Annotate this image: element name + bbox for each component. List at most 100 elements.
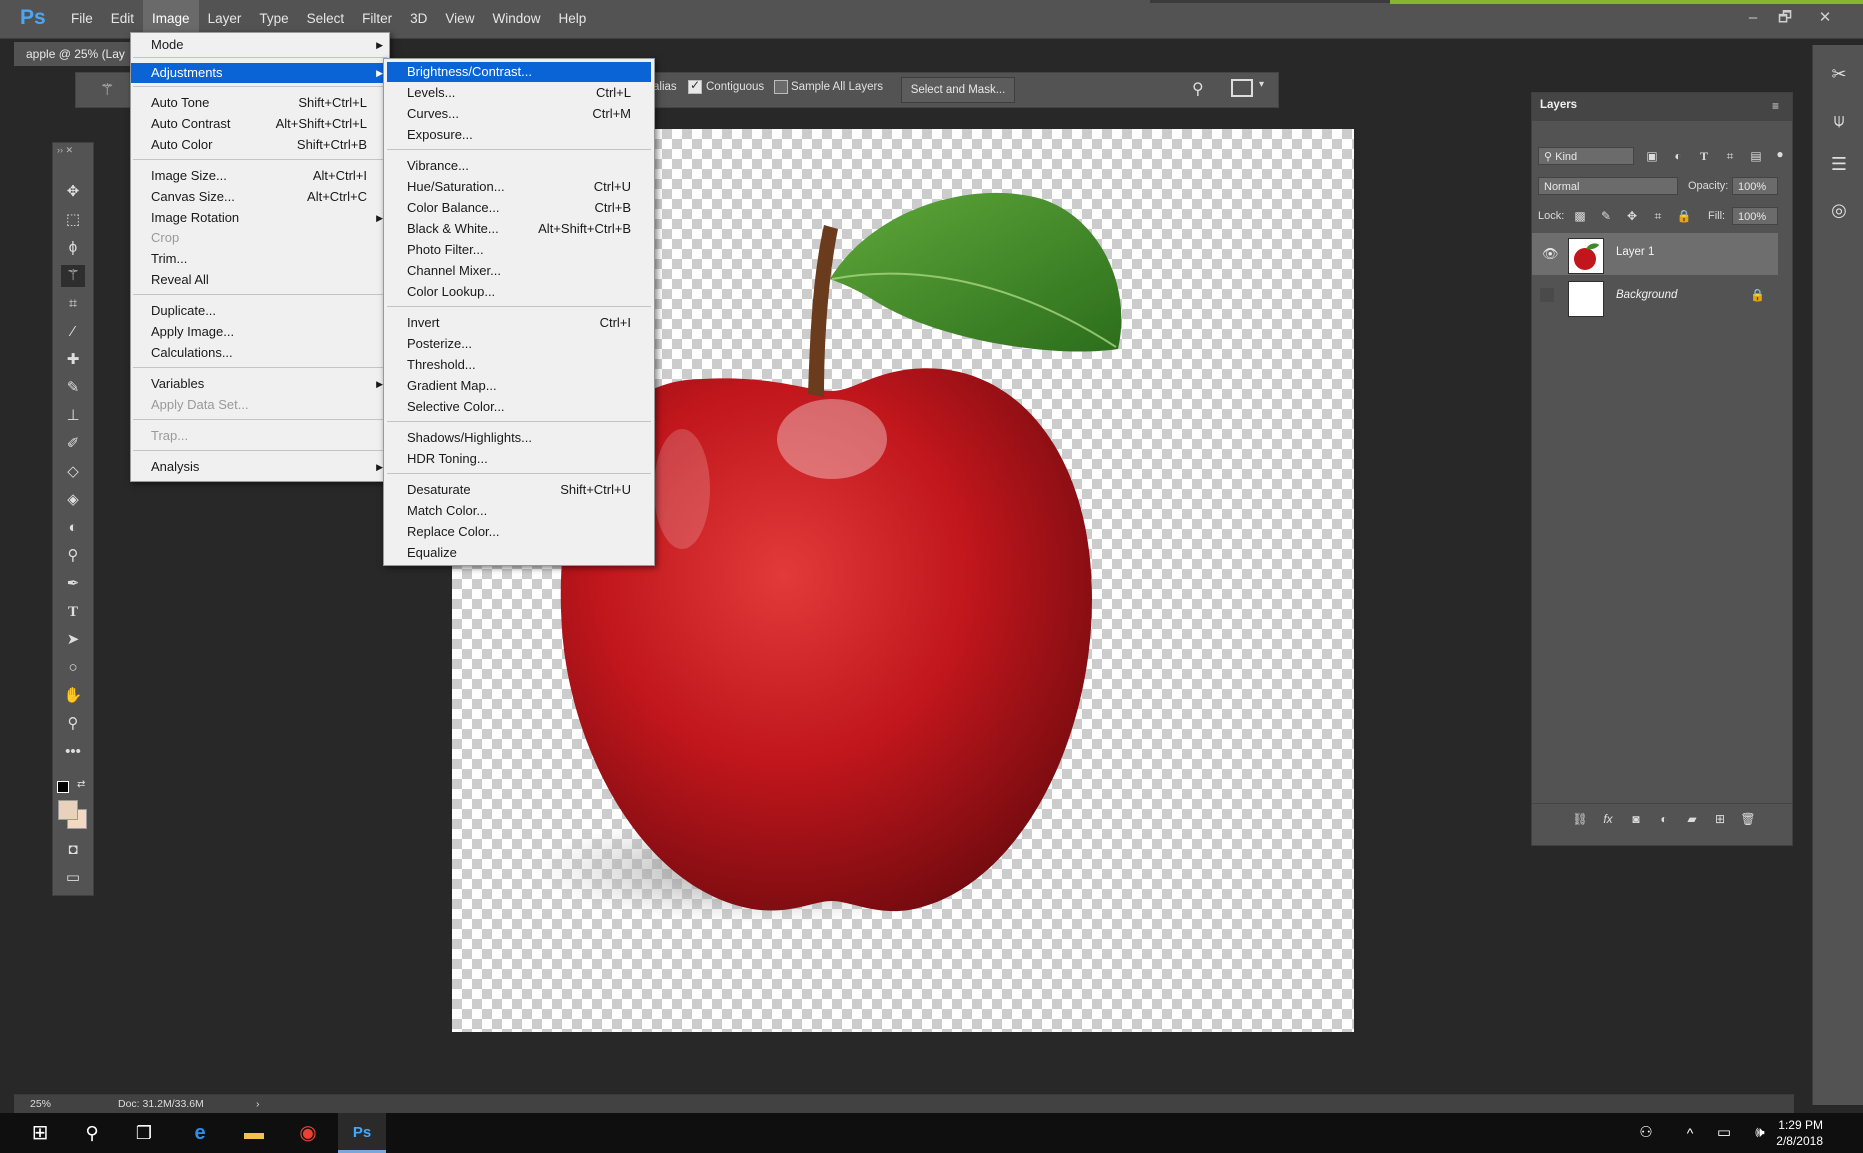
menu-item-reveal-all[interactable]: Reveal All: [131, 270, 389, 290]
healing-brush-icon[interactable]: ✚: [61, 349, 85, 371]
photoshop-taskbar-icon[interactable]: Ps: [338, 1113, 386, 1153]
ellipse-tool-icon[interactable]: ○: [61, 657, 85, 679]
menu-item-exposure[interactable]: Exposure...: [387, 125, 651, 145]
menu-item-trim[interactable]: Trim...: [131, 249, 389, 269]
layers-tab[interactable]: Layers: [1540, 99, 1577, 111]
type-filter-icon[interactable]: T: [1696, 148, 1712, 164]
menu-item-equalize[interactable]: Equalize: [387, 543, 651, 563]
default-colors-icon[interactable]: [57, 781, 69, 793]
paint-bucket-icon[interactable]: ◈: [61, 489, 85, 511]
shape-filter-icon[interactable]: ⌗: [1722, 148, 1738, 164]
menu-item-shadows-highlights[interactable]: Shadows/Highlights...: [387, 428, 651, 448]
menu-help[interactable]: Help: [549, 0, 595, 38]
menu-item-image-rotation[interactable]: Image Rotation ▶: [131, 208, 389, 228]
windows-start-icon[interactable]: ⊞: [16, 1113, 64, 1153]
smart-object-filter-icon[interactable]: ▤: [1748, 148, 1764, 164]
system-clock[interactable]: 1:29 PM 2/8/2018: [1776, 1117, 1823, 1149]
lock-artboard-icon[interactable]: ⌗: [1650, 208, 1666, 224]
select-and-mask-button[interactable]: Select and Mask...: [901, 77, 1015, 103]
menu-item-gradient-map[interactable]: Gradient Map...: [387, 376, 651, 396]
menu-item-color-lookup[interactable]: Color Lookup...: [387, 282, 651, 302]
menu-item-replace-color[interactable]: Replace Color...: [387, 522, 651, 542]
menu-item-color-balance[interactable]: Color Balance... Ctrl+B: [387, 198, 651, 218]
menu-file[interactable]: File: [62, 0, 102, 38]
magic-wand-tool-icon[interactable]: ⚚: [61, 265, 85, 287]
magic-wand-icon[interactable]: ⚚: [100, 80, 114, 100]
zoom-tool-icon[interactable]: ⚲: [61, 713, 85, 735]
menu-item-photo-filter[interactable]: Photo Filter...: [387, 240, 651, 260]
add-mask-icon[interactable]: ◙: [1628, 811, 1644, 827]
menu-item-duplicate[interactable]: Duplicate...: [131, 301, 389, 321]
new-group-icon[interactable]: ▰: [1684, 811, 1700, 827]
lock-all-icon[interactable]: 🔒: [1676, 208, 1692, 224]
task-view-icon[interactable]: ❐: [120, 1113, 168, 1153]
panel-menu-icon[interactable]: ≡: [1772, 99, 1779, 113]
menu-item-analysis[interactable]: Analysis ▶: [131, 457, 389, 477]
menu-item-threshold[interactable]: Threshold...: [387, 355, 651, 375]
lock-transparent-icon[interactable]: ▩: [1572, 208, 1588, 224]
restore-button[interactable]: 🗗: [1772, 8, 1798, 28]
menu-item-auto-contrast[interactable]: Auto Contrast Alt+Shift+Ctrl+L: [131, 114, 389, 134]
menu-item-adjustments[interactable]: Adjustments ▶: [131, 63, 389, 83]
visibility-toggle[interactable]: [1540, 288, 1554, 302]
link-layers-icon[interactable]: ⛓: [1572, 811, 1588, 827]
menu-item-channel-mixer[interactable]: Channel Mixer...: [387, 261, 651, 281]
document-tab[interactable]: apple @ 25% (Lay: [14, 42, 146, 66]
menu-item-auto-tone[interactable]: Auto Tone Shift+Ctrl+L: [131, 93, 389, 113]
menu-item-vibrance[interactable]: Vibrance...: [387, 156, 651, 176]
channels-icon[interactable]: ◎: [1826, 197, 1852, 223]
menu-item-canvas-size[interactable]: Canvas Size... Alt+Ctrl+C: [131, 187, 389, 207]
menu-window[interactable]: Window: [483, 0, 549, 38]
menu-item-hdr-toning[interactable]: HDR Toning...: [387, 449, 651, 469]
adjustment-layer-icon[interactable]: ◐: [1656, 811, 1672, 827]
search-icon[interactable]: ⚲: [68, 1113, 116, 1153]
trash-icon[interactable]: 🗑: [1740, 811, 1756, 827]
pen-tool-icon[interactable]: ✒: [61, 573, 85, 595]
kind-filter-select[interactable]: ⚲ Kind: [1538, 147, 1634, 165]
lock-pixels-icon[interactable]: ✎: [1598, 208, 1614, 224]
menu-item-calculations[interactable]: Calculations...: [131, 343, 389, 363]
more-tools-icon[interactable]: •••: [61, 741, 85, 763]
history-brush-icon[interactable]: ✐: [61, 433, 85, 455]
layer-name[interactable]: Background: [1616, 289, 1677, 301]
menu-3d[interactable]: 3D: [401, 0, 436, 38]
menu-item-selective-color[interactable]: Selective Color...: [387, 397, 651, 417]
contiguous-checkbox[interactable]: [688, 78, 702, 94]
workspace-icon[interactable]: [1231, 79, 1253, 97]
type-tool-icon[interactable]: T: [61, 601, 85, 623]
layer-row-layer-1[interactable]: 👁 Layer 1: [1532, 233, 1778, 275]
stamp-tool-icon[interactable]: ⊥: [61, 405, 85, 427]
menu-item-desaturate[interactable]: Desaturate Shift+Ctrl+U: [387, 480, 651, 500]
menu-item-crop[interactable]: Crop: [131, 228, 389, 248]
lasso-tool-icon[interactable]: ϕ: [61, 237, 85, 259]
eyedropper-tool-icon[interactable]: ⁄: [61, 321, 85, 343]
foreground-color-swatch[interactable]: [58, 800, 78, 820]
menu-item-curves[interactable]: Curves... Ctrl+M: [387, 104, 651, 124]
blend-mode-select[interactable]: Normal: [1538, 177, 1678, 195]
filter-toggle-icon[interactable]: ●: [1772, 146, 1788, 162]
menu-item-apply-image[interactable]: Apply Image...: [131, 322, 389, 342]
menu-item-auto-color[interactable]: Auto Color Shift+Ctrl+B: [131, 135, 389, 155]
crop-tool-icon[interactable]: ⌗: [61, 293, 85, 315]
menu-item-apply-data-set[interactable]: Apply Data Set...: [131, 395, 389, 415]
hand-tool-icon[interactable]: ✋: [61, 685, 85, 707]
menu-item-variables[interactable]: Variables ▶: [131, 374, 389, 394]
menu-view[interactable]: View: [436, 0, 483, 38]
adjustment-filter-icon[interactable]: ◐: [1670, 148, 1686, 164]
layer-row-background[interactable]: Background 🔒: [1532, 276, 1778, 318]
file-explorer-icon[interactable]: ▬: [230, 1113, 278, 1153]
zoom-level[interactable]: 25%: [30, 1098, 51, 1110]
menu-item-hue-saturation[interactable]: Hue/Saturation... Ctrl+U: [387, 177, 651, 197]
sample-all-layers-checkbox[interactable]: [774, 80, 788, 94]
chrome-icon[interactable]: ◉: [284, 1113, 332, 1153]
eraser-tool-icon[interactable]: ◇: [61, 461, 85, 483]
pixel-filter-icon[interactable]: ▣: [1644, 148, 1660, 164]
fill-input[interactable]: 100%: [1732, 207, 1778, 225]
layer-name[interactable]: Layer 1: [1616, 246, 1654, 258]
menu-item-trap[interactable]: Trap...: [131, 426, 389, 446]
lock-position-icon[interactable]: ✥: [1624, 208, 1640, 224]
swap-colors-icon[interactable]: ⇄: [77, 779, 85, 790]
menu-item-black-white[interactable]: Black & White... Alt+Shift+Ctrl+B: [387, 219, 651, 239]
quick-mask-icon[interactable]: ◘: [61, 839, 85, 861]
menu-item-posterize[interactable]: Posterize...: [387, 334, 651, 354]
